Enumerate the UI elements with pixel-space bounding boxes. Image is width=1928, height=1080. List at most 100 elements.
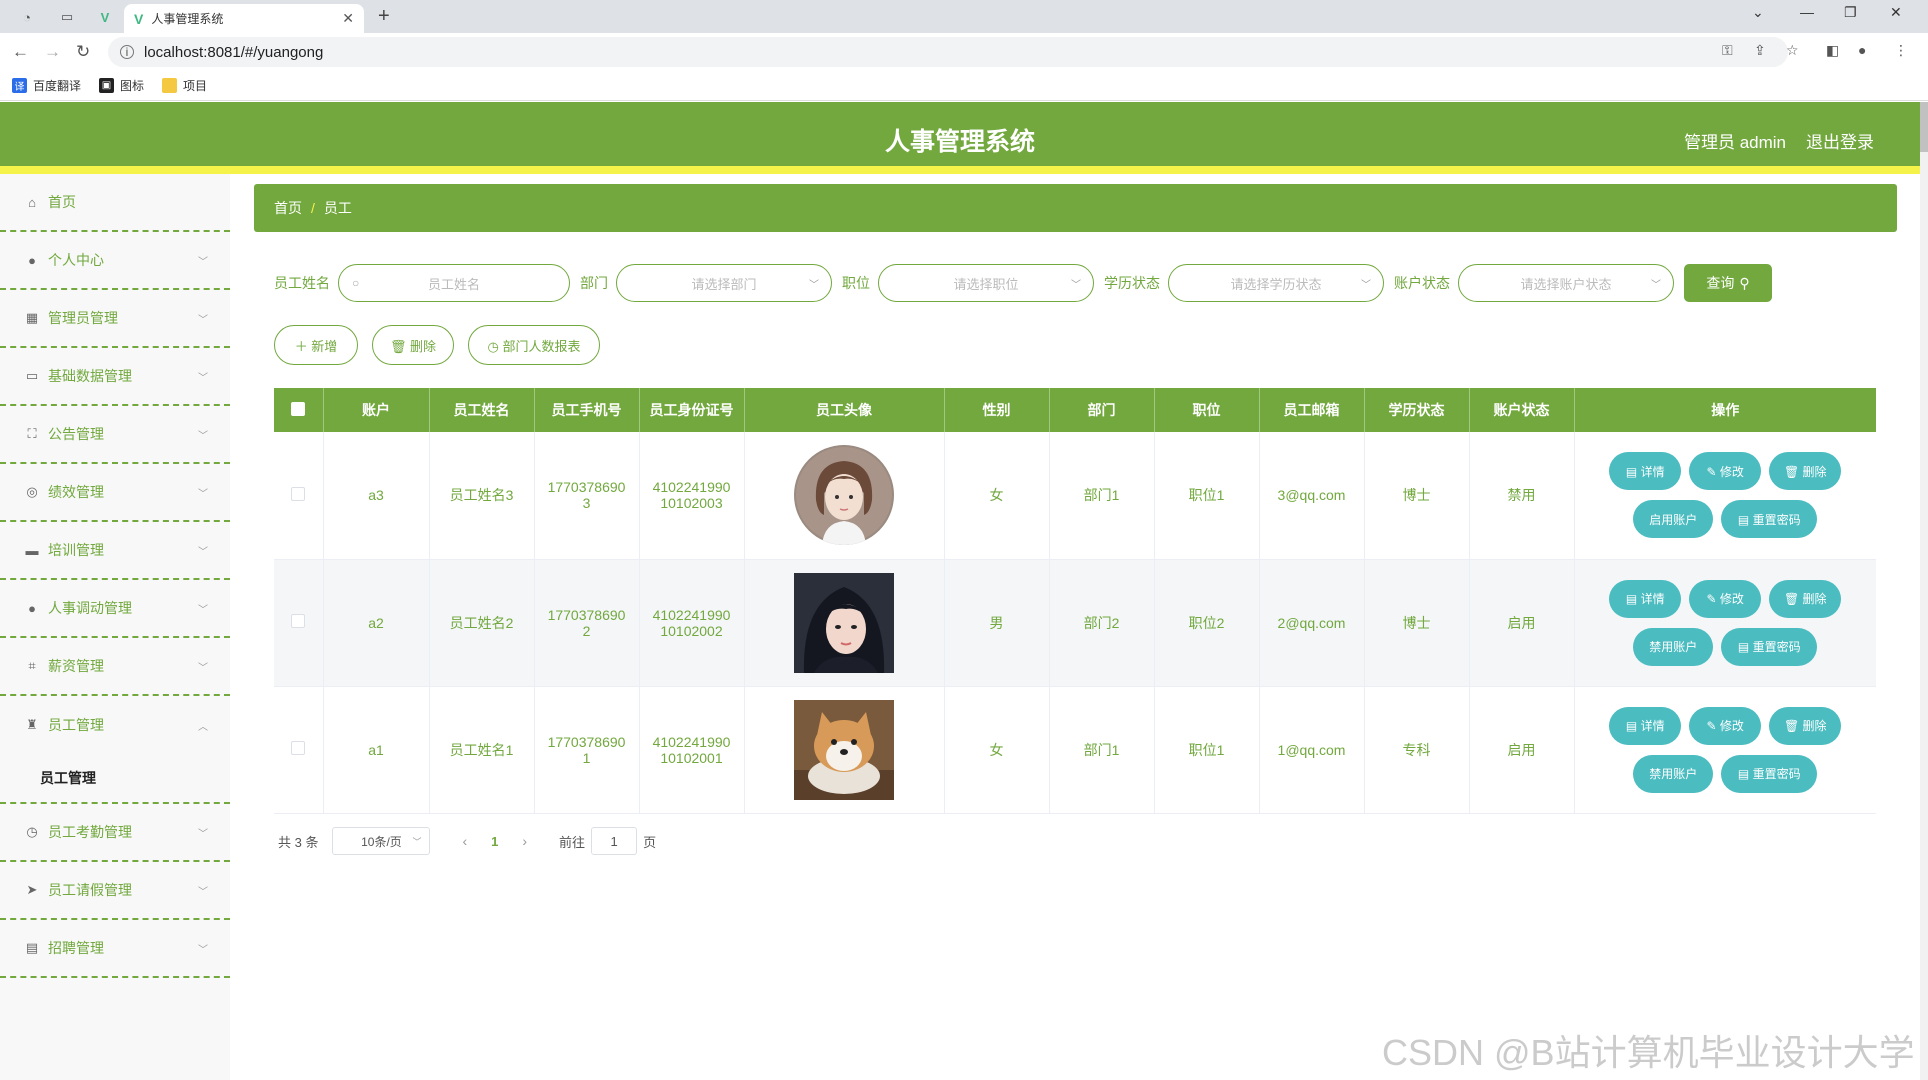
tab-close-icon[interactable]: ✕: [342, 10, 354, 27]
select-all-checkbox[interactable]: [291, 401, 306, 416]
query-button[interactable]: 查询 ⚲: [1684, 264, 1772, 302]
minimize-icon[interactable]: —: [1800, 4, 1814, 20]
edit-button[interactable]: ✎ 修改: [1689, 706, 1762, 745]
employee-table: 账户 员工姓名 员工手机号 员工身份证号 员工头像 性别 部门 职位 员工邮箱 …: [274, 388, 1876, 814]
tab-search-icon[interactable]: ⌄: [1752, 4, 1764, 21]
sidebar-item-admins[interactable]: ▦ 管理员管理 ﹀: [0, 290, 230, 348]
dept-select[interactable]: 请选择部门 ﹀: [616, 264, 832, 302]
bookmark-item[interactable]: 项目: [162, 77, 207, 94]
new-tab-icon[interactable]: +: [378, 5, 390, 28]
delete-button[interactable]: 🗑 删除: [372, 325, 454, 365]
share-icon[interactable]: ⇪: [1754, 42, 1766, 59]
position-select[interactable]: 请选择职位 ﹀: [878, 264, 1094, 302]
profile-icon[interactable]: ●: [1858, 42, 1866, 58]
folder-icon: [162, 78, 178, 93]
sidebar-item-notices[interactable]: ⛶ 公告管理 ﹀: [0, 406, 230, 464]
detail-button[interactable]: ▤ 详情: [1609, 452, 1682, 491]
site-info-icon[interactable]: i: [120, 45, 134, 59]
sidebar-item-leave[interactable]: ➤ 员工请假管理 ﹀: [0, 862, 230, 920]
close-window-icon[interactable]: ✕: [1890, 4, 1902, 21]
edit-button[interactable]: ✎ 修改: [1689, 579, 1762, 618]
avatar[interactable]: [794, 572, 894, 673]
col-header: 员工头像: [744, 388, 945, 432]
toggle-account-button[interactable]: 禁用账户: [1633, 627, 1714, 666]
sidepanel-icon[interactable]: ◧: [1826, 42, 1839, 59]
sidebar-item-base-data[interactable]: ▭ 基础数据管理 ﹀: [0, 348, 230, 406]
cell-idcard-line1: 4102241990: [652, 733, 731, 750]
add-button[interactable]: ＋ 新增: [274, 325, 358, 365]
search-icon: ○: [352, 276, 360, 290]
row-select[interactable]: [274, 686, 324, 814]
forward-icon[interactable]: →: [44, 42, 61, 62]
row-checkbox[interactable]: [291, 614, 306, 628]
active-tab[interactable]: V 人事管理系统 ✕: [124, 4, 364, 33]
row-select[interactable]: [274, 432, 324, 560]
table-row: a1 员工姓名1 1770378690 1 4102241990 10102001: [274, 686, 1876, 814]
row-checkbox[interactable]: [291, 741, 306, 755]
bookmark-item[interactable]: ▣ 图标: [99, 77, 144, 94]
vue-tab-icon[interactable]: V: [94, 6, 116, 28]
detail-button[interactable]: ▤ 详情: [1609, 579, 1682, 618]
detail-button[interactable]: ▤ 详情: [1609, 706, 1682, 745]
sidebar-item-employees[interactable]: ♜ 员工管理 ︿: [0, 696, 230, 754]
sidebar-item-home[interactable]: ⌂ 首页: [0, 174, 230, 232]
page-number-current[interactable]: 1: [491, 834, 498, 849]
edit-button[interactable]: ✎ 修改: [1689, 452, 1762, 491]
logout-link[interactable]: 退出登录: [1806, 128, 1874, 153]
cell-avatar: [744, 432, 945, 560]
cell-idcard: 4102241990 10102001: [639, 686, 745, 814]
cell-status: 启用: [1469, 559, 1575, 687]
account-status-select[interactable]: 请选择账户状态 ﹀: [1458, 264, 1674, 302]
reset-password-button[interactable]: ▤ 重置密码: [1721, 500, 1818, 539]
name-input[interactable]: ○ 员工姓名: [338, 264, 570, 302]
delete-row-button[interactable]: 🗑 删除: [1769, 452, 1842, 491]
prev-page-icon[interactable]: ‹: [462, 833, 467, 849]
reload-icon[interactable]: ↻: [76, 42, 90, 62]
cell-account: a1: [323, 686, 430, 814]
key-icon[interactable]: ⚿: [1722, 42, 1733, 59]
page-scrollbar-thumb[interactable]: [1920, 102, 1928, 152]
cell-gender: 女: [944, 686, 1050, 814]
cell-idcard-line2: 10102002: [660, 622, 723, 639]
sidebar-item-training[interactable]: ▬ 培训管理 ﹀: [0, 522, 230, 580]
page-size-select[interactable]: 10条/页 ﹀: [332, 827, 431, 855]
url-field[interactable]: i localhost:8081/#/yuangong: [108, 37, 1788, 67]
col-header: 部门: [1049, 388, 1155, 432]
row-select[interactable]: [274, 559, 324, 687]
sidebar-item-recruitment[interactable]: ▤ 招聘管理 ﹀: [0, 920, 230, 978]
sidebar-subitem-employees[interactable]: 员工管理: [0, 754, 230, 804]
select-all-header[interactable]: [274, 388, 324, 432]
next-page-icon[interactable]: ›: [522, 833, 527, 849]
delete-row-button[interactable]: 🗑 删除: [1769, 706, 1842, 745]
goto-page-input[interactable]: 1: [591, 827, 638, 855]
sidebar-item-performance[interactable]: ◎ 绩效管理 ﹀: [0, 464, 230, 522]
row-actions: ▤ 详情 ✎ 修改 🗑 删除 禁用账户 ▤ 重置密码: [1600, 575, 1850, 671]
restore-icon[interactable]: ❐: [1844, 4, 1857, 21]
monitor-icon: ▬: [25, 542, 39, 558]
sidebar-item-transfers[interactable]: ● 人事调动管理 ﹀: [0, 580, 230, 638]
reset-password-button[interactable]: ▤ 重置密码: [1721, 627, 1818, 666]
avatar[interactable]: [794, 445, 894, 546]
breadcrumb-home[interactable]: 首页: [274, 198, 302, 218]
delete-row-button[interactable]: 🗑 删除: [1769, 579, 1842, 618]
cell-status: 启用: [1469, 686, 1575, 814]
bookmark-item[interactable]: 译百度翻译: [12, 77, 81, 94]
education-select[interactable]: 请选择学历状态 ﹀: [1168, 264, 1384, 302]
toggle-account-button[interactable]: 禁用账户: [1633, 754, 1714, 793]
pinned-tab-icon[interactable]: ◔: [16, 6, 38, 28]
dept-report-button[interactable]: ◷ 部门人数报表: [468, 325, 600, 365]
sidebar-item-attendance[interactable]: ◷ 员工考勤管理 ﹀: [0, 804, 230, 862]
cell-dept: 部门2: [1049, 559, 1155, 687]
col-header: 操作: [1574, 388, 1876, 432]
page-scrollbar[interactable]: [1920, 102, 1928, 1080]
row-checkbox[interactable]: [291, 486, 306, 501]
avatar[interactable]: [794, 699, 894, 800]
back-icon[interactable]: ←: [12, 42, 29, 62]
menu-icon[interactable]: ⋮: [1894, 42, 1908, 59]
pinned-tab-icon[interactable]: ▭: [56, 6, 78, 28]
reset-password-button[interactable]: ▤ 重置密码: [1721, 754, 1818, 793]
sidebar-item-profile[interactable]: ● 个人中心 ﹀: [0, 232, 230, 290]
sidebar-item-salary[interactable]: ⌗ 薪资管理 ﹀: [0, 638, 230, 696]
toggle-account-button[interactable]: 启用账户: [1633, 500, 1714, 539]
star-icon[interactable]: ☆: [1786, 42, 1799, 59]
